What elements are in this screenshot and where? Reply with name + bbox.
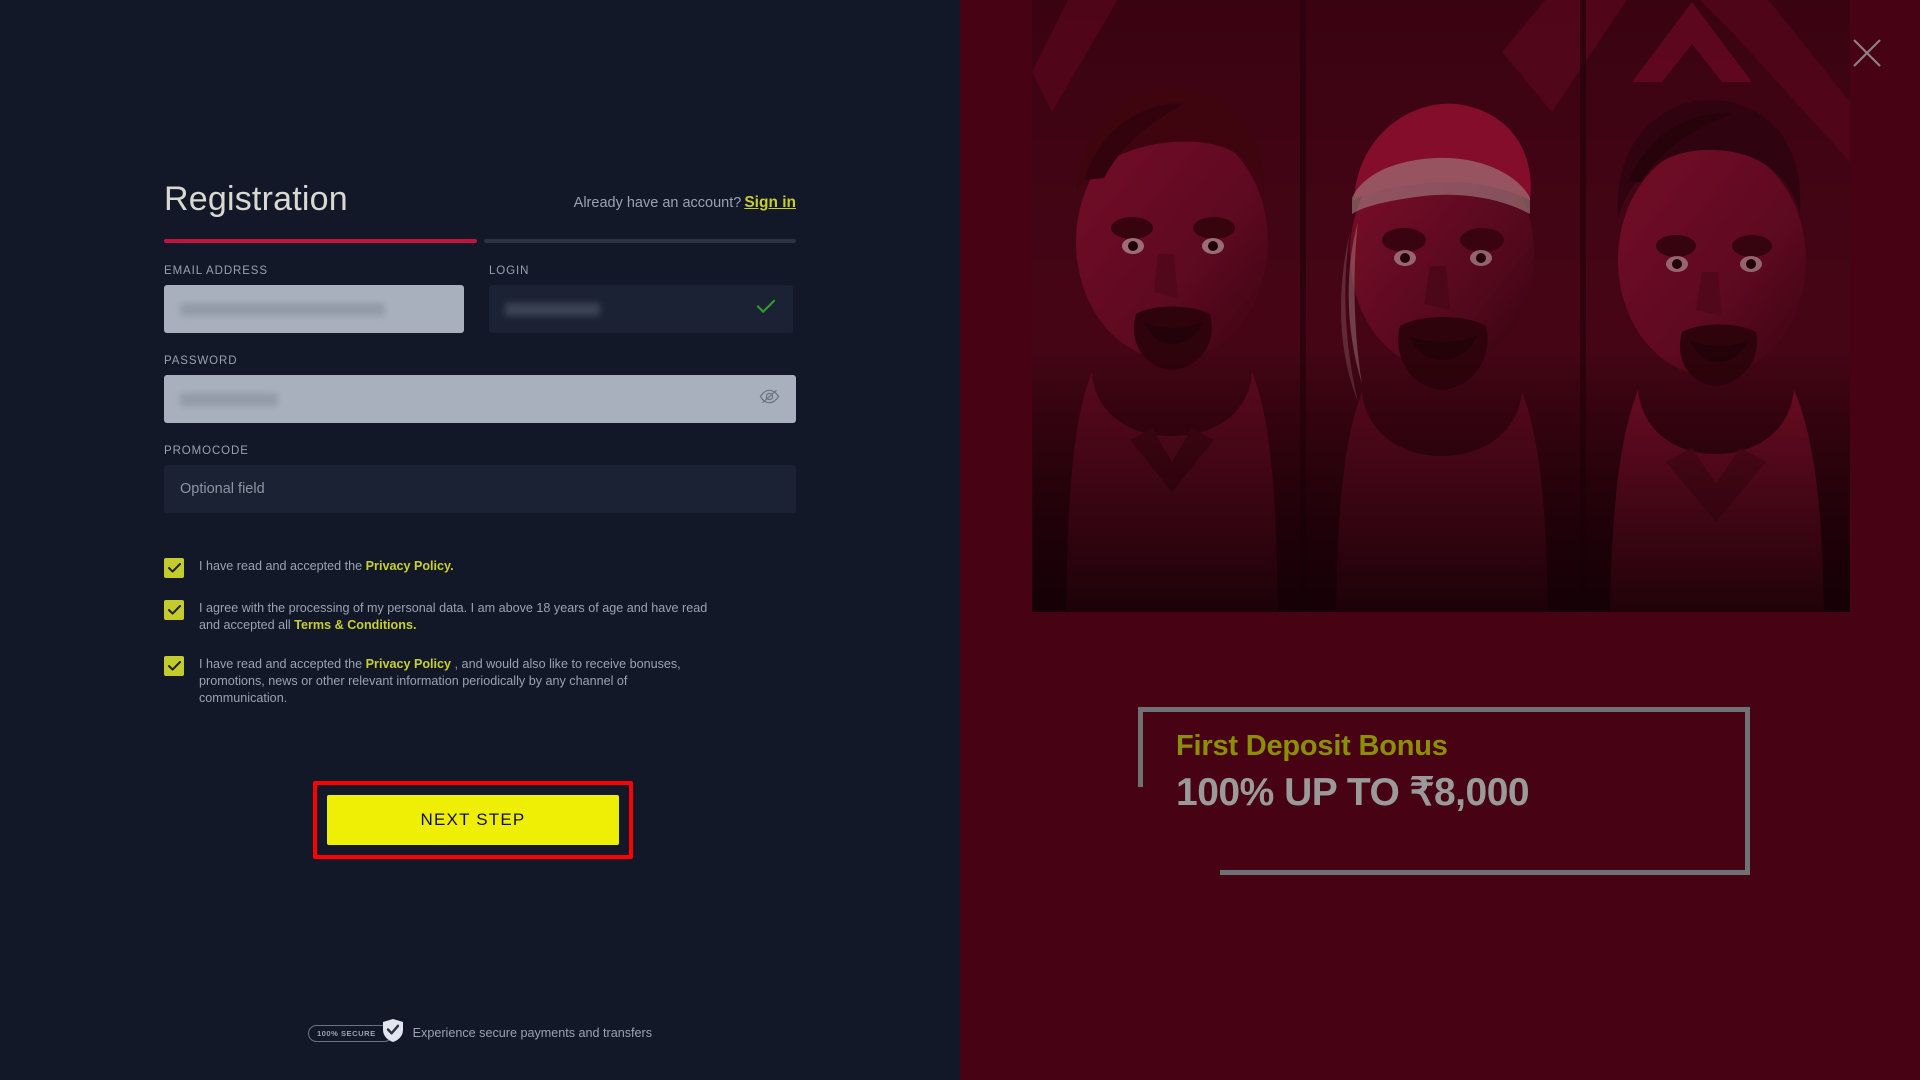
- login-redacted-value: [505, 302, 600, 316]
- promocode-field-group: PROMOCODE Optional field: [164, 445, 796, 513]
- frame-top-edge: [1138, 707, 1750, 712]
- email-redacted-value: [180, 302, 385, 316]
- consent-2-part-0: I agree with the processing of my person…: [199, 601, 708, 632]
- form-header: Registration Already have an account? Sig…: [164, 160, 796, 216]
- signin-prompt-label: Already have an account?: [573, 195, 742, 211]
- login-input[interactable]: [489, 285, 793, 333]
- registration-form-panel: Registration Already have an account? Sig…: [0, 0, 960, 1080]
- email-login-row: EMAIL ADDRESS LOGIN: [164, 265, 796, 333]
- consent-row-marketing[interactable]: I have read and accepted the Privacy Pol…: [164, 655, 796, 707]
- signin-prompt: Already have an account? Sign in: [574, 194, 796, 216]
- eye-off-icon[interactable]: [759, 389, 780, 410]
- email-input[interactable]: [164, 285, 464, 333]
- bonus-text-block: First Deposit Bonus 100% UP TO ₹8,000: [1176, 730, 1530, 815]
- login-field-group: LOGIN: [489, 265, 793, 333]
- checkbox-marketing[interactable]: [164, 656, 184, 676]
- bonus-offer-frame: First Deposit Bonus 100% UP TO ₹8,000: [1138, 707, 1750, 875]
- close-x-icon[interactable]: [1850, 36, 1884, 70]
- frame-bottom-edge: [1220, 870, 1750, 875]
- consent-1-part-0: I have read and accepted the: [199, 559, 366, 573]
- checkbox-terms-conditions[interactable]: [164, 600, 184, 620]
- privacy-policy-link-2[interactable]: Privacy Policy: [366, 657, 451, 671]
- email-label: EMAIL ADDRESS: [164, 265, 268, 277]
- promocode-placeholder: Optional field: [180, 481, 265, 497]
- green-check-icon: [756, 299, 776, 319]
- password-input[interactable]: [164, 375, 796, 423]
- secure-badge-label: 100% SECURE: [307, 1024, 393, 1042]
- checkbox-privacy-policy[interactable]: [164, 558, 184, 578]
- shield-check-icon: [382, 1018, 404, 1048]
- consent-3-part-0: I have read and accepted the: [199, 657, 366, 671]
- consent-row-terms[interactable]: I agree with the processing of my person…: [164, 599, 796, 634]
- frame-right-edge: [1745, 707, 1750, 875]
- bonus-title: First Deposit Bonus: [1176, 730, 1448, 762]
- promo-panel: First Deposit Bonus 100% UP TO ₹8,000: [960, 0, 1920, 1080]
- password-redacted-value: [180, 392, 278, 406]
- next-step-button[interactable]: NEXT STEP: [327, 795, 619, 845]
- cricket-players-hero-image: [1032, 0, 1850, 612]
- privacy-policy-link-1[interactable]: Privacy Policy.: [366, 559, 454, 573]
- email-field-group: EMAIL ADDRESS: [164, 265, 464, 333]
- consent-text-privacy-policy: I have read and accepted the Privacy Pol…: [199, 557, 454, 575]
- secure-footer-text: Experience secure payments and transfers: [412, 1026, 653, 1040]
- sign-in-link[interactable]: Sign in: [744, 194, 796, 211]
- form-container: Registration Already have an account? Sig…: [164, 160, 796, 728]
- frame-left-edge: [1138, 707, 1143, 787]
- progress-bar: [164, 239, 796, 243]
- consent-row-privacy-policy[interactable]: I have read and accepted the Privacy Pol…: [164, 557, 796, 578]
- page-title: Registration: [164, 180, 348, 218]
- bonus-amount: 100% UP TO ₹8,000: [1176, 771, 1530, 814]
- secure-badge: 100% SECURE: [307, 1018, 404, 1048]
- promocode-label: PROMOCODE: [164, 445, 249, 457]
- consent-checkbox-list: I have read and accepted the Privacy Pol…: [164, 557, 796, 707]
- registration-modal: Registration Already have an account? Sig…: [0, 0, 1920, 1080]
- promocode-input-wrapper[interactable]: Optional field: [164, 465, 796, 513]
- password-label: PASSWORD: [164, 355, 238, 367]
- terms-conditions-link[interactable]: Terms & Conditions.: [294, 618, 416, 632]
- secure-footer: 100% SECURE Experience secure payments a…: [0, 1018, 960, 1048]
- consent-text-marketing: I have read and accepted the Privacy Pol…: [199, 655, 719, 707]
- progress-segment-2: [483, 239, 796, 243]
- consent-text-terms: I agree with the processing of my person…: [199, 599, 711, 634]
- progress-segment-1: [164, 239, 477, 243]
- login-label: LOGIN: [489, 265, 530, 277]
- password-field-group: PASSWORD: [164, 355, 796, 423]
